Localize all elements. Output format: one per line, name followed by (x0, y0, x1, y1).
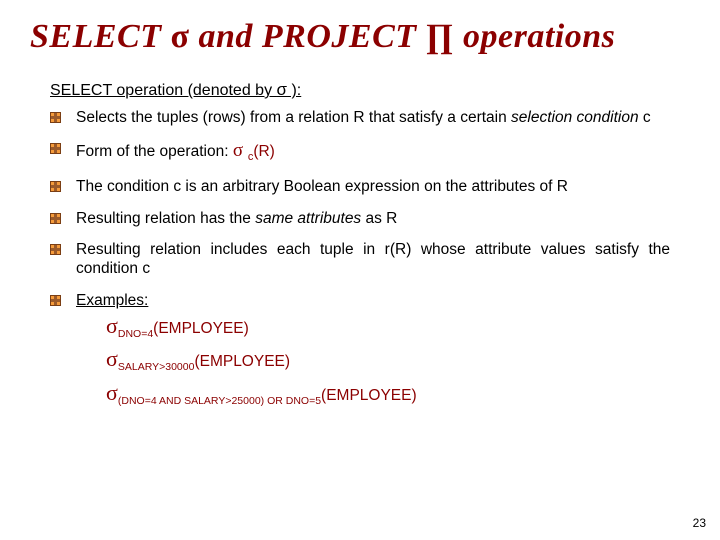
slide: SELECT σ and PROJECT ∏ operations SELECT… (0, 0, 720, 540)
condition-subscript: SALARY>30000 (118, 361, 195, 373)
list-item: Resulting relation has the same attribut… (50, 209, 670, 228)
bullet-text: Resulting relation includes each tuple i… (76, 241, 670, 277)
list-item: Selects the tuples (rows) from a relatio… (50, 108, 670, 127)
formula-arg: (EMPLOYEE) (194, 353, 290, 370)
page-number: 23 (693, 516, 706, 530)
condition-subscript: DNO=4 (118, 328, 153, 340)
formula-arg: (EMPLOYEE) (321, 387, 417, 404)
examples-label: Examples: (76, 292, 148, 309)
formula-arg: (EMPLOYEE) (153, 320, 249, 337)
title-part3: operations (454, 18, 615, 55)
bullet-list: Selects the tuples (rows) from a relatio… (50, 108, 670, 408)
formula-arg: (R) (253, 143, 275, 160)
sigma-symbol-small: σ (277, 80, 288, 99)
sigma-symbol: σ (170, 18, 189, 55)
sigma-symbol: σ (106, 313, 118, 338)
list-item: Resulting relation includes each tuple i… (50, 240, 670, 279)
example-line: σSALARY>30000(EMPLOYEE) (106, 345, 670, 374)
emphasis: selection condition (511, 109, 639, 126)
title-part2: and PROJECT (189, 18, 425, 55)
condition-subscript: (DNO=4 AND SALARY>25000) OR DNO=5 (118, 395, 321, 407)
list-item: The condition c is an arbitrary Boolean … (50, 177, 670, 196)
subhead-post: ): (287, 82, 301, 99)
sigma-symbol: σ (106, 346, 118, 371)
list-item: Examples: σDNO=4(EMPLOYEE) σSALARY>30000… (50, 291, 670, 408)
sigma-symbol: σ (106, 380, 118, 405)
bullet-text: Resulting relation has the (76, 210, 255, 227)
title-part1: SELECT (30, 18, 170, 55)
example-line: σ(DNO=4 AND SALARY>25000) OR DNO=5(EMPLO… (106, 379, 670, 408)
list-item: Form of the operation: σ c(R) (50, 139, 670, 165)
emphasis: same attributes (255, 210, 361, 227)
bullet-text: as R (361, 210, 397, 227)
sigma-symbol: σ (233, 140, 248, 161)
bullet-text: Form of the operation: (76, 143, 233, 160)
section-heading: SELECT operation (denoted by σ ): (50, 80, 690, 100)
bullet-text: Selects the tuples (rows) from a relatio… (76, 109, 511, 126)
bullet-text: c (639, 109, 651, 126)
pi-symbol: ∏ (426, 18, 455, 55)
subhead-pre: SELECT operation (denoted by (50, 82, 277, 99)
bullet-text: The condition c is an arbitrary Boolean … (76, 178, 568, 195)
examples-block: σDNO=4(EMPLOYEE) σSALARY>30000(EMPLOYEE)… (102, 312, 670, 408)
slide-title: SELECT σ and PROJECT ∏ operations (30, 18, 690, 56)
example-line: σDNO=4(EMPLOYEE) (106, 312, 670, 341)
